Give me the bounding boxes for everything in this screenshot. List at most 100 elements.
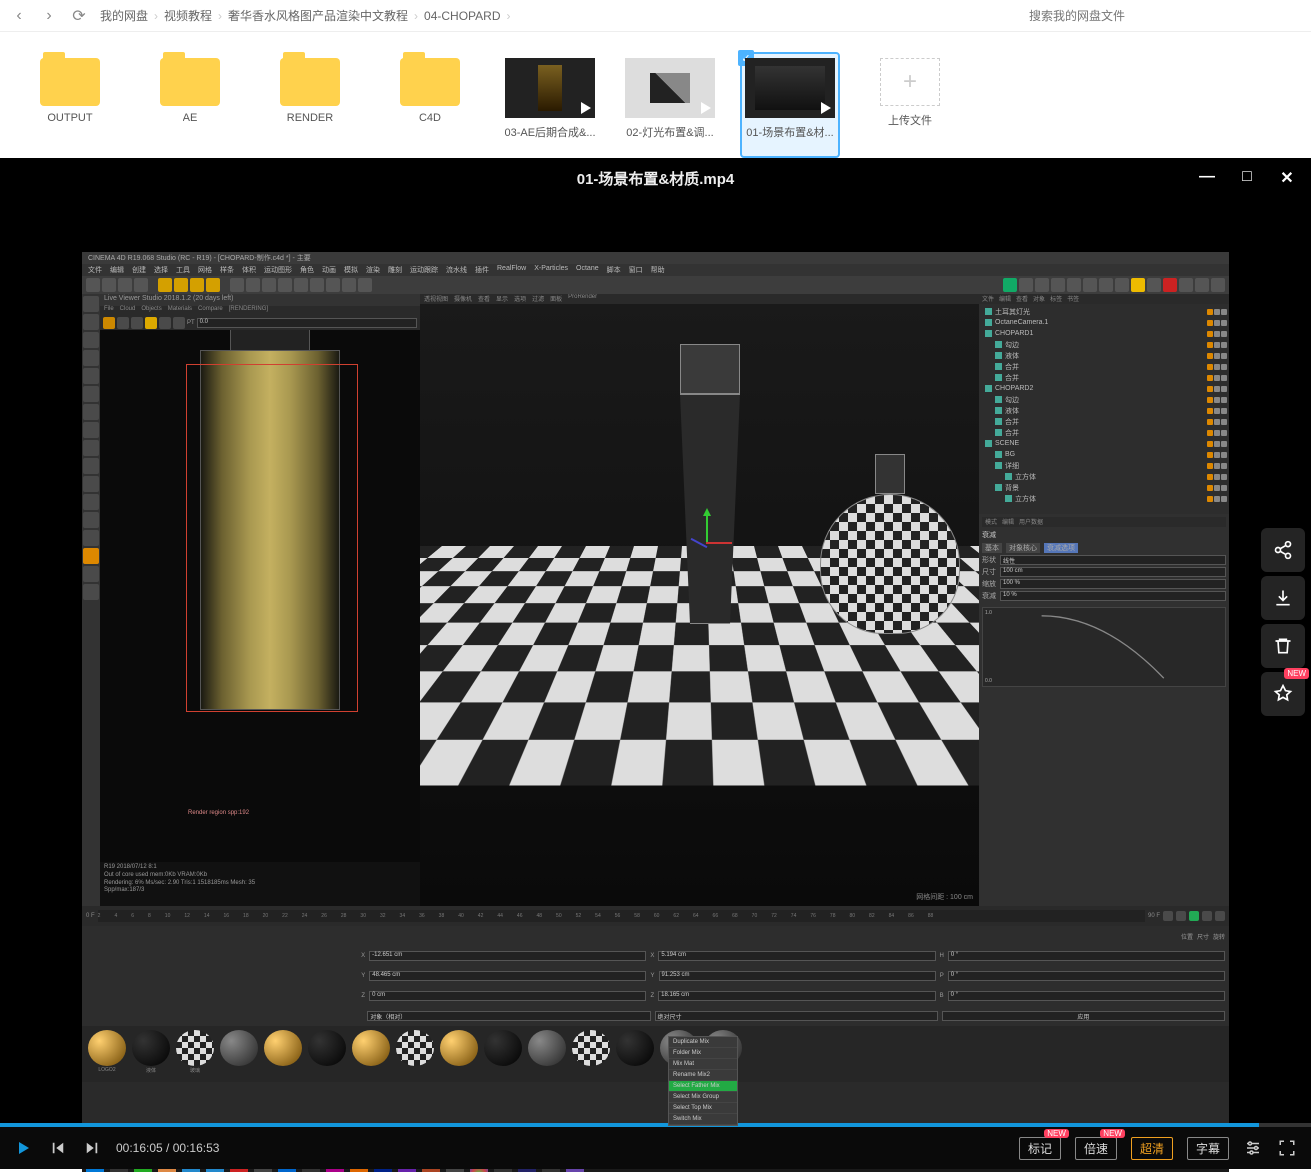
tab[interactable]: 文件 [982, 294, 994, 304]
lv-button[interactable] [159, 317, 171, 329]
tool-button[interactable] [83, 566, 99, 582]
menu-item[interactable]: Cloud [120, 306, 136, 316]
tab[interactable]: 用户数据 [1019, 517, 1043, 527]
tree-row[interactable]: 合并 [981, 361, 1227, 372]
toolbar-button[interactable] [1099, 278, 1113, 292]
attr-field[interactable]: 100 cm [1000, 567, 1226, 577]
tree-row[interactable]: 合并 [981, 427, 1227, 438]
menu-item[interactable]: 体积 [242, 265, 256, 275]
material-item[interactable] [306, 1030, 348, 1078]
lv-button[interactable] [103, 317, 115, 329]
menu-item[interactable]: File [104, 306, 114, 316]
axis-gizmo[interactable] [682, 514, 732, 564]
tree-row[interactable]: 背景 [981, 482, 1227, 493]
menu-item[interactable]: 摄像机 [454, 294, 472, 304]
menu-item[interactable]: 窗口 [629, 265, 643, 275]
material-item[interactable] [218, 1030, 260, 1078]
subtitle-button[interactable]: 字幕 [1187, 1137, 1229, 1160]
context-menu-item[interactable]: Switch Mix [669, 1114, 737, 1125]
menu-item[interactable]: 雕刻 [388, 265, 402, 275]
tab[interactable]: 标签 [1050, 294, 1062, 304]
toolbar-button[interactable] [206, 278, 220, 292]
menu-item[interactable]: 选项 [514, 294, 526, 304]
menu-item[interactable]: 帮助 [651, 265, 665, 275]
tree-row[interactable]: BG [981, 449, 1227, 460]
toolbar-button[interactable] [1195, 278, 1209, 292]
tool-button[interactable] [83, 296, 99, 312]
lv-button[interactable] [173, 317, 185, 329]
attr-field[interactable]: 线性 [1000, 555, 1226, 565]
context-menu-item[interactable]: Rename Mix2 [669, 1070, 737, 1081]
rot-b[interactable]: 0 ° [948, 991, 1225, 1001]
toolbar-button[interactable] [190, 278, 204, 292]
menu-item[interactable]: 样条 [220, 265, 234, 275]
tree-row[interactable]: 立方体 [981, 471, 1227, 482]
toolbar-button[interactable] [1115, 278, 1129, 292]
toolbar-button[interactable] [86, 278, 100, 292]
menu-item[interactable]: 透视视图 [424, 294, 448, 304]
timeline[interactable]: 0 F 246810121416182022242628303234363840… [82, 906, 1229, 926]
material-item[interactable] [394, 1030, 436, 1078]
next-icon[interactable] [82, 1138, 102, 1158]
apply-button[interactable]: 应用 [942, 1011, 1225, 1021]
tool-button[interactable] [83, 368, 99, 384]
tree-row[interactable]: 合并 [981, 416, 1227, 427]
delete-icon[interactable] [1261, 624, 1305, 668]
context-menu-item[interactable]: Mix Mat [669, 1059, 737, 1070]
coord-mode[interactable]: 对象（相对） [367, 1011, 650, 1021]
render-preview[interactable]: Render region spp:192 [100, 330, 420, 862]
toolbar-button[interactable] [1003, 278, 1017, 292]
size-y[interactable]: 91.253 cm [659, 971, 936, 981]
pin-icon[interactable]: NEW [1261, 672, 1305, 716]
nav-back-icon[interactable]: ‹ [10, 7, 28, 25]
tab[interactable]: 编辑 [1002, 517, 1014, 527]
toolbar-button[interactable] [1083, 278, 1097, 292]
menu-item[interactable]: [RENDERING] [229, 306, 268, 316]
toolbar-button[interactable] [294, 278, 308, 292]
lv-value-field[interactable]: 0.0 [197, 318, 417, 328]
tool-button[interactable] [83, 494, 99, 510]
scale-mode[interactable]: 绝对尺寸 [655, 1011, 938, 1021]
attr-field[interactable]: 10 % [1000, 591, 1226, 601]
material-item[interactable] [482, 1030, 524, 1078]
tab[interactable]: 模式 [985, 517, 997, 527]
menu-item[interactable]: Octane [576, 265, 599, 275]
tab[interactable]: 编辑 [999, 294, 1011, 304]
tree-row[interactable]: 土耳其灯光 [981, 306, 1227, 317]
viewport-3d[interactable]: 透视视图摄像机查看显示选项过滤面板ProRender 网格间距 : 100 cm [420, 294, 979, 906]
tool-button[interactable] [83, 404, 99, 420]
play-button[interactable] [1189, 911, 1199, 921]
toolbar-button[interactable] [326, 278, 340, 292]
attr-subtab[interactable]: 基本 [982, 543, 1002, 553]
toolbar-button[interactable] [278, 278, 292, 292]
attr-field[interactable]: 100 % [1000, 579, 1226, 589]
material-item[interactable] [570, 1030, 612, 1078]
toolbar-button[interactable] [102, 278, 116, 292]
menu-item[interactable]: 插件 [475, 265, 489, 275]
breadcrumb-item[interactable]: 奢华香水风格图产品渲染中文教程 [228, 7, 408, 24]
fullscreen-icon[interactable] [1277, 1138, 1297, 1158]
tool-button[interactable] [83, 422, 99, 438]
coord-z[interactable]: 0 cm [369, 991, 646, 1001]
playback-button[interactable] [1215, 911, 1225, 921]
breadcrumb-item[interactable]: 视频教程 [164, 7, 212, 24]
tree-row[interactable]: 详细 [981, 460, 1227, 471]
folder-item[interactable]: C4D [380, 52, 480, 158]
tab[interactable]: 书签 [1067, 294, 1079, 304]
toolbar-button[interactable] [174, 278, 188, 292]
context-menu-item[interactable]: Folder Mix [669, 1048, 737, 1059]
lock-icon[interactable] [145, 317, 157, 329]
settings-icon[interactable] [1243, 1138, 1263, 1158]
menu-item[interactable]: Compare [198, 306, 223, 316]
nav-refresh-icon[interactable]: ⟳ [70, 7, 88, 25]
material-item[interactable] [614, 1030, 656, 1078]
material-item[interactable] [526, 1030, 568, 1078]
menu-item[interactable]: X-Particles [534, 265, 568, 275]
attr-subtab[interactable]: 对象核心 [1006, 543, 1040, 553]
tool-button[interactable] [83, 314, 99, 330]
size-z[interactable]: 18.165 cm [658, 991, 935, 1001]
falloff-curve[interactable]: 1.0 0.0 [982, 607, 1226, 687]
context-menu-item[interactable]: Select Mix Group [669, 1092, 737, 1103]
prev-icon[interactable] [48, 1138, 68, 1158]
toolbar-button[interactable] [1147, 278, 1161, 292]
